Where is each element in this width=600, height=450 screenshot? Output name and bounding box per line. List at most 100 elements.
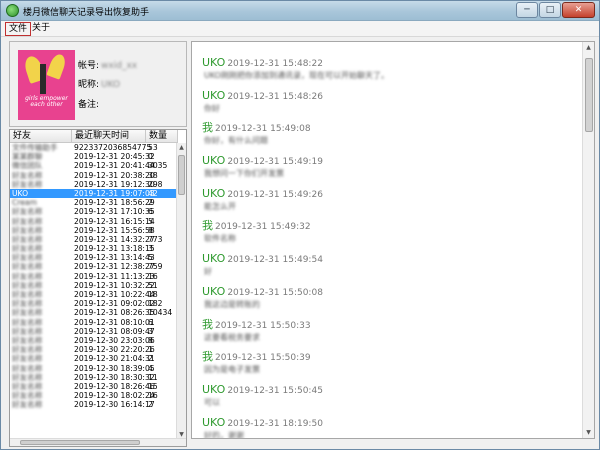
friend-row[interactable]: 好友名称 2019-12-30 23:03:06 8 — [10, 336, 177, 345]
scroll-up-icon[interactable]: ▲ — [177, 143, 186, 153]
friend-row[interactable]: 好友名称 2019-12-31 19:12:30 298 — [10, 180, 177, 189]
friend-row[interactable]: UKO 2019-12-31 19:07:03 42 — [10, 188, 177, 199]
friend-time-cell: 2019-12-31 17:10:35 — [74, 207, 155, 217]
scroll-thumb[interactable] — [178, 155, 185, 195]
friend-row[interactable]: 好友名称 2019-12-31 16:15:14 5 — [10, 217, 177, 226]
friend-row[interactable]: 好友名称 2019-12-31 13:14:43 5 — [10, 253, 177, 262]
friend-list[interactable]: 好友 最近聊天时间 数量 文件传输助手 9223372036854775 53 某某群… — [9, 129, 187, 447]
friend-name-cell: 好友名称 — [12, 262, 43, 272]
friend-name-cell: 好友名称 — [12, 207, 43, 217]
chat-message: 我 2019-12-31 15:50:33 这要看税务要求 — [202, 317, 578, 350]
message-time: 2019-12-31 15:48:22 — [227, 59, 323, 69]
friend-name-cell: 好友名称 — [12, 299, 43, 309]
nickname-value: UKO — [101, 80, 121, 90]
friend-row[interactable]: 好友名称 2019-12-31 10:22:44 18 — [10, 290, 177, 299]
friend-name-cell: Cream — [12, 198, 37, 208]
friend-row[interactable]: 好友名称 2019-12-30 21:04:31 2 — [10, 354, 177, 363]
menu-file[interactable]: 文件 — [5, 22, 32, 36]
friend-row[interactable]: 好友名称 2019-12-31 10:32:22 51 — [10, 281, 177, 290]
friend-row[interactable]: 微信团队 2019-12-31 20:41:44 3035 — [10, 161, 177, 170]
friend-list-vertical-scrollbar[interactable]: ▲ ▼ — [176, 143, 186, 440]
friend-rows: 文件传输助手 9223372036854775 53 某某群聊 2019-12-31 2… — [10, 143, 177, 409]
friend-row[interactable]: 好友名称 2019-12-31 08:26:35 10434 — [10, 308, 177, 317]
column-header-count[interactable]: 数量 — [146, 130, 178, 143]
friend-row[interactable]: 好友名称 2019-12-30 16:14:17 2 — [10, 400, 177, 409]
window-title: 楼月微信聊天记录导出恢复助手 — [23, 8, 150, 18]
chat-message: UKO 2019-12-31 15:49:19 我想问一下你们开发票 — [202, 153, 578, 186]
friend-name-cell: 好友名称 — [12, 381, 43, 391]
friend-row[interactable]: 好友名称 2019-12-31 14:32:27 773 — [10, 235, 177, 244]
chat-scroll-up-icon[interactable]: ▲ — [583, 42, 594, 53]
menu-about[interactable]: 关于 — [29, 22, 53, 36]
nickname-row: 昵称: UKO — [78, 77, 120, 90]
message-time: 2019-12-31 15:50:45 — [227, 385, 323, 396]
friend-row[interactable]: 好友名称 2019-12-31 17:10:35 6 — [10, 207, 177, 216]
app-window: 楼月微信聊天记录导出恢复助手 ─ □ ✕ 文件 关于 girls empower… — [0, 0, 600, 450]
friend-time-cell: 2019-12-31 20:41:44 — [74, 161, 155, 171]
column-header-friend[interactable]: 好友 — [10, 130, 72, 143]
friend-name-cell: 好友名称 — [12, 391, 43, 401]
friend-row[interactable]: 好友名称 2019-12-30 18:26:46 15 — [10, 382, 177, 391]
friend-row[interactable]: 好友名称 2019-12-31 11:13:23 16 — [10, 272, 177, 281]
friend-row[interactable]: 好友名称 2019-12-31 12:38:27 759 — [10, 262, 177, 271]
friend-time-cell: 2019-12-30 21:04:31 — [74, 354, 155, 364]
message-time: 2019-12-31 15:49:54 — [227, 255, 323, 266]
chat-message: 我 2019-12-31 15:49:08 你好，有什么问题 — [202, 120, 578, 153]
friend-row[interactable]: 好友名称 2019-12-31 08:09:47 3 — [10, 327, 177, 336]
friend-count-cell: 16 — [148, 391, 158, 401]
friend-count-cell: 298 — [148, 179, 163, 189]
friend-row[interactable]: 好友名称 2019-12-30 18:30:32 11 — [10, 373, 177, 382]
chat-scroll-down-icon[interactable]: ▼ — [583, 427, 594, 438]
friend-row[interactable]: 好友名称 2019-12-31 15:56:58 8 — [10, 226, 177, 235]
friend-name-cell: 好友名称 — [12, 253, 43, 263]
message-sender: UKO — [202, 382, 226, 396]
message-time: 2019-12-31 15:49:26 — [227, 189, 323, 200]
title-bar[interactable]: 楼月微信聊天记录导出恢复助手 ─ □ ✕ — [1, 1, 599, 21]
friend-count-cell: 759 — [148, 262, 163, 272]
friend-row[interactable]: 某某群聊 2019-12-31 20:45:32 0 — [10, 152, 177, 161]
message-time: 2019-12-31 15:48:26 — [227, 91, 323, 102]
friend-count-cell: 182 — [148, 299, 163, 309]
friend-name-cell: 微信团队 — [12, 161, 43, 171]
message-time: 2019-12-31 15:50:39 — [215, 353, 311, 364]
friend-count-cell: 15 — [148, 381, 158, 391]
friend-row[interactable]: 文件传输助手 9223372036854775 53 — [10, 143, 177, 152]
friend-name-cell: 好友名称 — [12, 216, 43, 226]
chat-message: UKO 2019-12-31 15:49:54 好 — [202, 251, 578, 284]
friend-row[interactable]: 好友名称 2019-12-31 20:38:20 38 — [10, 171, 177, 180]
friend-row[interactable]: 好友名称 2019-12-30 18:02:24 16 — [10, 391, 177, 400]
message-text: 可以 — [204, 397, 220, 407]
friend-row[interactable]: 好友名称 2019-12-31 13:18:15 3 — [10, 244, 177, 253]
minimize-button[interactable]: ─ — [516, 2, 538, 18]
friend-time-cell: 2019-12-31 18:56:29 — [74, 198, 155, 208]
chat-panel[interactable]: UKO 2019-12-31 15:48:22 UKO刚刚把你添加到通讯录，现在可以… — [191, 41, 595, 439]
friend-count-cell: 6 — [148, 207, 153, 217]
account-row: 帐号: wxid_xx — [78, 58, 137, 71]
profile-card: girls empower each other 帐号: wxid_xx 昵称: U… — [9, 41, 187, 127]
friend-row[interactable]: 好友名称 2019-12-30 22:20:26 1 — [10, 345, 177, 354]
friend-row[interactable]: 好友名称 2019-12-31 09:02:02 182 — [10, 299, 177, 308]
friend-time-cell: 2019-12-31 15:56:58 — [74, 225, 155, 235]
message-text: 你好 — [204, 103, 220, 113]
friend-name-cell: 好友名称 — [12, 308, 43, 318]
message-list: UKO 2019-12-31 15:48:22 UKO刚刚把你添加到通讯录，现在可以… — [202, 55, 578, 438]
friend-name-cell: 好友名称 — [12, 317, 43, 327]
friend-list-horizontal-scrollbar[interactable] — [10, 438, 186, 446]
chat-scroll-thumb[interactable] — [585, 58, 593, 132]
chat-vertical-scrollbar[interactable]: ▲ ▼ — [582, 42, 594, 438]
friend-count-cell: 4 — [148, 363, 153, 373]
account-label: 帐号: — [78, 61, 100, 71]
maximize-button[interactable]: □ — [539, 2, 561, 18]
friend-row[interactable]: 好友名称 2019-12-31 08:10:01 6 — [10, 318, 177, 327]
friend-count-cell: 1 — [148, 345, 153, 355]
message-time: 2019-12-31 15:49:32 — [215, 222, 311, 233]
friend-time-cell: 2019-12-30 22:20:26 — [74, 345, 155, 355]
friend-row[interactable]: Cream 2019-12-31 18:56:29 2 — [10, 198, 177, 207]
friend-time-cell: 2019-12-31 19:12:30 — [74, 179, 155, 189]
message-time: 2019-12-31 15:50:08 — [227, 287, 323, 298]
close-button[interactable]: ✕ — [562, 2, 595, 18]
message-sender: 我 — [202, 317, 213, 331]
friend-row[interactable]: 好友名称 2019-12-30 18:39:05 4 — [10, 364, 177, 373]
column-header-last-chat-time[interactable]: 最近聊天时间 — [72, 130, 146, 143]
hscroll-thumb[interactable] — [20, 440, 140, 445]
